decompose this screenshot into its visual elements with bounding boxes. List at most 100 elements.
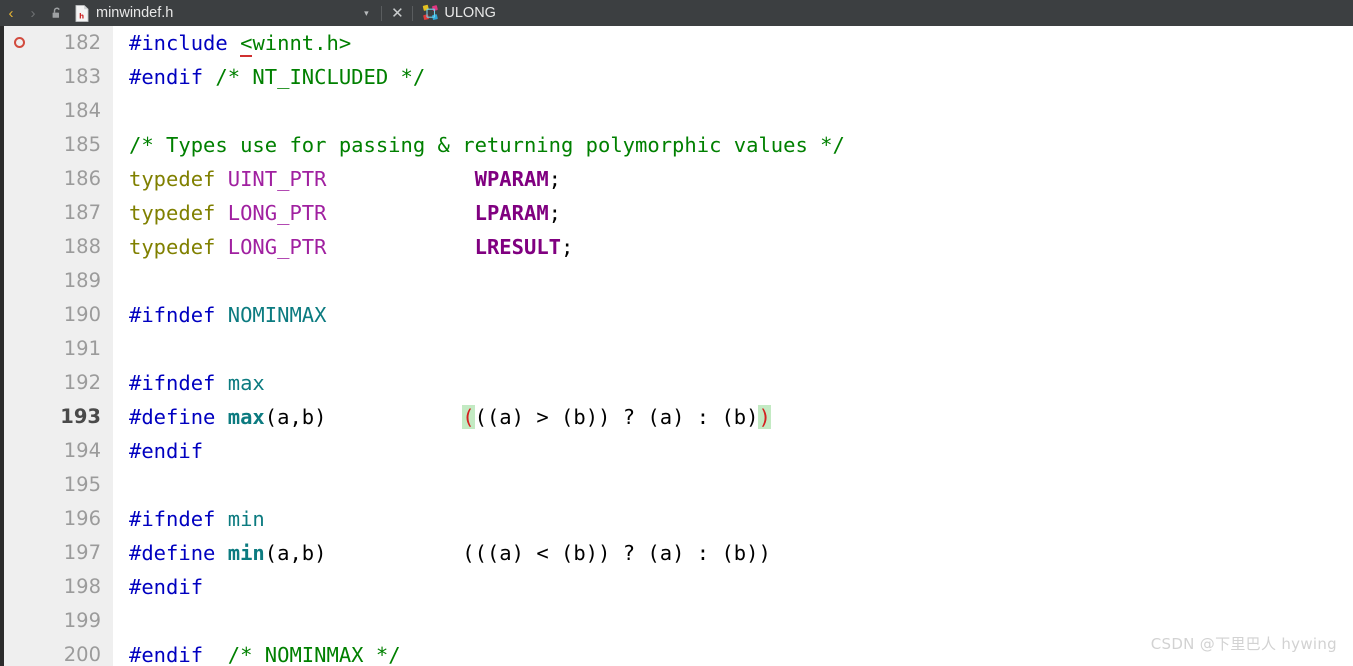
line-number[interactable]: 189 (4, 264, 113, 298)
code-token: min (227, 507, 265, 531)
line-number-label: 195 (63, 473, 101, 496)
line-number-label: 188 (63, 235, 101, 258)
line-number[interactable]: 192 (4, 366, 113, 400)
code-token: < (240, 31, 253, 57)
code-token: /* Types use for passing & returning pol… (129, 133, 845, 157)
code-token: typedef (129, 167, 228, 191)
code-token: LPARAM (474, 201, 549, 225)
line-number[interactable]: 194 (4, 434, 113, 468)
line-number[interactable]: 182 (4, 26, 113, 60)
code-token: (a,b) (264, 541, 327, 565)
code-line[interactable] (113, 468, 1353, 502)
line-number-label: 184 (63, 99, 101, 122)
code-token: ; (548, 167, 562, 191)
code-text-area[interactable]: #include <winnt.h> #endif /* NT_INCLUDED … (113, 26, 1353, 666)
code-line[interactable]: #ifndef min (113, 502, 1353, 536)
line-number-label: 198 (63, 575, 101, 598)
code-token: ( (462, 405, 475, 429)
code-token: LONG_PTR (227, 235, 327, 259)
code-token: (((a) < (b)) ? (a) : (b)) (462, 541, 771, 565)
editor-tab-bar: ‹ › h minwindef.h ▾ ✕ ULONG (0, 0, 1353, 26)
navigate-back-button[interactable]: ‹ (0, 0, 22, 26)
code-editor[interactable]: 182 183 184 185 186 187 188 189 190 191 192 193 194 1… (0, 26, 1353, 666)
line-number[interactable]: 190 (4, 298, 113, 332)
code-line[interactable]: #endif /* NT_INCLUDED */ (113, 60, 1353, 94)
line-number[interactable]: 187 (4, 196, 113, 230)
line-number[interactable]: 198 (4, 570, 113, 604)
code-token: #ifndef (129, 371, 228, 395)
code-line[interactable] (113, 332, 1353, 366)
code-line[interactable] (113, 264, 1353, 298)
line-number-label: 191 (63, 337, 101, 360)
unlock-icon[interactable] (44, 0, 70, 26)
code-line[interactable]: #endif (113, 434, 1353, 468)
line-number-gutter[interactable]: 182 183 184 185 186 187 188 189 190 191 192 193 194 1… (4, 26, 113, 666)
code-token: typedef (129, 235, 228, 259)
line-number[interactable]: 184 (4, 94, 113, 128)
code-token: max (227, 405, 265, 429)
line-number[interactable]: 197 (4, 536, 113, 570)
code-line[interactable]: typedef LONG_PTR LPARAM; (113, 196, 1353, 230)
line-number[interactable]: 200 (4, 638, 113, 666)
class-symbol-icon (418, 0, 444, 26)
line-number-label: 197 (63, 541, 101, 564)
code-token: #ifndef (129, 507, 228, 531)
code-token: min (227, 541, 265, 565)
code-line[interactable]: #endif /* NOMINMAX */ (113, 638, 1353, 666)
toolbar-divider-1 (381, 5, 383, 21)
code-token: winnt.h> (252, 31, 352, 55)
code-line[interactable]: typedef LONG_PTR LRESULT; (113, 230, 1353, 264)
code-line[interactable]: #define max(a,b) (((a) > (b)) ? (a) : (b… (113, 400, 1353, 434)
header-file-icon: h (70, 0, 94, 26)
code-token: typedef (129, 201, 228, 225)
code-token: ; (548, 201, 562, 225)
code-line[interactable]: #ifndef NOMINMAX (113, 298, 1353, 332)
svg-text:h: h (79, 12, 84, 20)
line-number[interactable]: 196 (4, 502, 113, 536)
code-token: #endif (129, 643, 228, 666)
line-number[interactable]: 188 (4, 230, 113, 264)
code-line[interactable]: #ifndef max (113, 366, 1353, 400)
line-number[interactable]: 199 (4, 604, 113, 638)
code-line[interactable]: #define min(a,b) (((a) < (b)) ? (a) : (b… (113, 536, 1353, 570)
line-number-label: 192 (63, 371, 101, 394)
line-number[interactable]: 183 (4, 60, 113, 94)
line-number-label: 182 (63, 31, 101, 54)
code-token: LONG_PTR (227, 201, 327, 225)
chevron-down-icon[interactable]: ▾ (354, 0, 378, 26)
tab-file-name[interactable]: minwindef.h (94, 0, 179, 26)
code-line[interactable]: /* Types use for passing & returning pol… (113, 128, 1353, 162)
line-number-label: 199 (63, 609, 101, 632)
line-number-label: 187 (63, 201, 101, 224)
code-token: #endif (129, 65, 216, 89)
code-line[interactable] (113, 94, 1353, 128)
line-number[interactable]: 186 (4, 162, 113, 196)
line-number[interactable]: 193 (4, 400, 113, 434)
code-line[interactable] (113, 604, 1353, 638)
line-number[interactable]: 185 (4, 128, 113, 162)
line-number[interactable]: 191 (4, 332, 113, 366)
code-token: max (227, 371, 265, 395)
code-token: #include (129, 31, 241, 55)
line-number-label: 193 (60, 405, 101, 428)
line-number-label: 190 (63, 303, 101, 326)
code-token: NOMINMAX (227, 303, 327, 327)
code-token: UINT_PTR (227, 167, 327, 191)
code-line[interactable]: #endif (113, 570, 1353, 604)
code-line[interactable]: #include <winnt.h> (113, 26, 1353, 60)
code-token: #define (129, 541, 228, 565)
code-token: WPARAM (474, 167, 549, 191)
breakpoint-icon[interactable] (14, 37, 25, 48)
code-token: #define (129, 405, 228, 429)
current-symbol-label[interactable]: ULONG (444, 0, 496, 26)
code-line[interactable]: typedef UINT_PTR WPARAM; (113, 162, 1353, 196)
line-number-label: 189 (63, 269, 101, 292)
line-number[interactable]: 195 (4, 468, 113, 502)
navigate-forward-button[interactable]: › (22, 0, 44, 26)
close-tab-button[interactable]: ✕ (385, 0, 409, 26)
code-token: ((a) > (b)) ? (a) : (b) (474, 405, 759, 429)
